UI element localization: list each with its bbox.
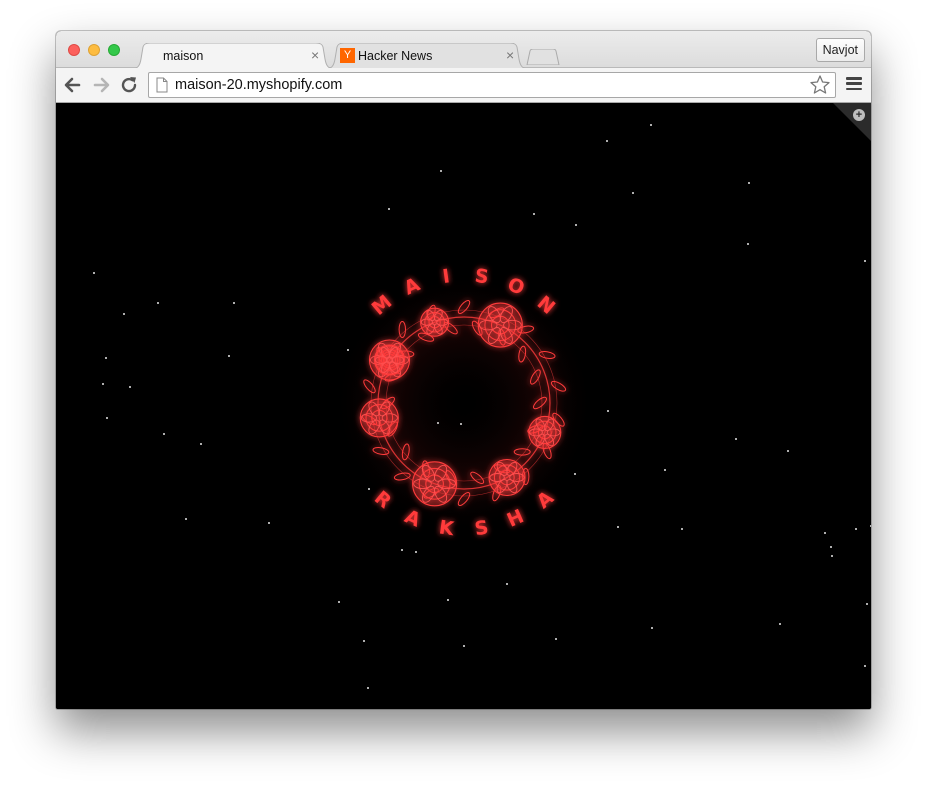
address-bar[interactable]: maison-20.myshopify.com bbox=[148, 72, 836, 98]
close-tab-icon[interactable]: × bbox=[506, 47, 514, 63]
plus-icon[interactable]: + bbox=[853, 109, 865, 121]
forward-arrow-icon[interactable] bbox=[90, 74, 112, 96]
maximize-window-button[interactable] bbox=[108, 44, 120, 56]
tab-maison[interactable]: maison × bbox=[132, 43, 334, 69]
toolbar: maison-20.myshopify.com bbox=[56, 68, 871, 103]
tab-title: maison bbox=[163, 49, 204, 63]
tab-hacker-news[interactable]: Y Hacker News × bbox=[326, 43, 528, 69]
url-text: maison-20.myshopify.com bbox=[175, 77, 343, 93]
tab-bar: maison × Y Hacker News × Navjot bbox=[56, 31, 871, 69]
page-icon bbox=[156, 77, 168, 93]
page-content: MAISONRAKSHA + bbox=[56, 103, 871, 709]
browser-window: maison × Y Hacker News × Navjot maison-2… bbox=[56, 31, 871, 709]
reload-icon[interactable] bbox=[118, 74, 140, 96]
new-tab-button[interactable] bbox=[526, 49, 560, 65]
maison-raksha-logo: MA I S ONRA K S HA bbox=[334, 265, 594, 540]
bookmark-star-icon[interactable] bbox=[809, 74, 831, 96]
chrome-menu-icon[interactable] bbox=[846, 77, 862, 93]
close-window-button[interactable] bbox=[68, 44, 80, 56]
corner-badge[interactable] bbox=[833, 103, 871, 141]
tab-title: Hacker News bbox=[358, 49, 433, 63]
minimize-window-button[interactable] bbox=[88, 44, 100, 56]
back-arrow-icon[interactable] bbox=[62, 74, 84, 96]
logo-letter: K bbox=[438, 516, 457, 540]
hacker-news-favicon-icon: Y bbox=[340, 48, 355, 63]
profile-button[interactable]: Navjot bbox=[815, 38, 865, 62]
close-tab-icon[interactable]: × bbox=[311, 47, 319, 63]
